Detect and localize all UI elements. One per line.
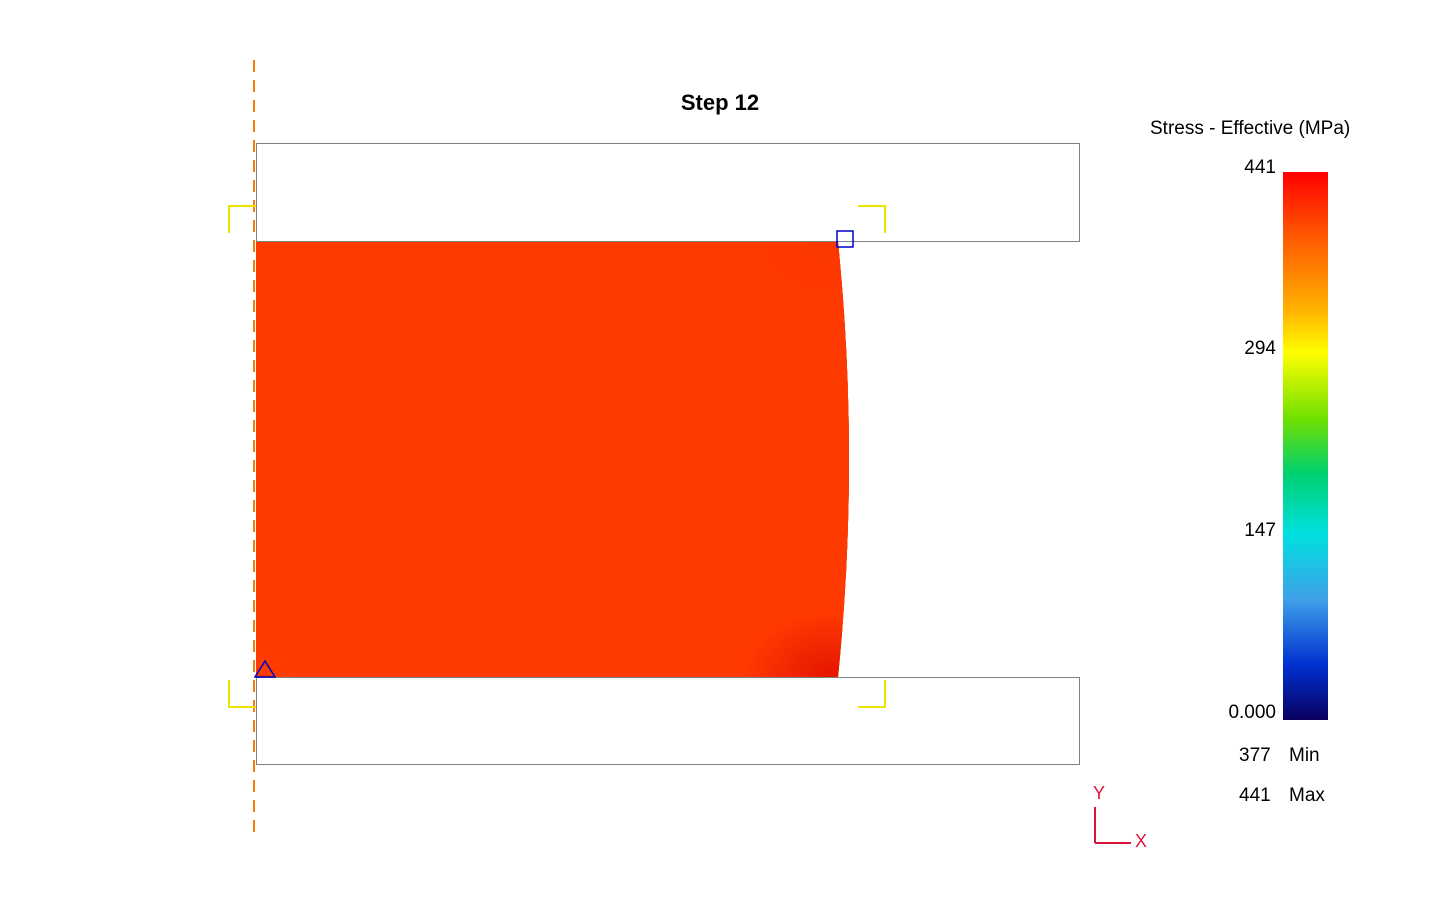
legend-max-value: 441 [1239, 785, 1271, 807]
legend-tick-0: 441 [1244, 157, 1276, 179]
color-legend-bar [1283, 172, 1328, 720]
crop-corner-top-right-icon [858, 205, 886, 233]
legend-title: Stress - Effective (MPa) [1150, 118, 1350, 140]
legend-tick-2: 147 [1244, 520, 1276, 542]
crop-corner-bottom-right-icon [858, 680, 886, 708]
crop-corner-bottom-left-icon [228, 680, 256, 708]
legend-min-label: Min [1289, 745, 1320, 767]
top-die [256, 143, 1080, 242]
workpiece-contour [256, 242, 857, 677]
legend-tick-3: 0.000 [1228, 702, 1276, 724]
max-marker-square-icon [836, 230, 856, 250]
axis-x-label: X [1135, 831, 1147, 852]
plot-title: Step 12 [681, 90, 759, 116]
crop-corner-top-left-icon [228, 205, 256, 233]
legend-tick-1: 294 [1244, 338, 1276, 360]
legend-max-label: Max [1289, 785, 1325, 807]
min-marker-triangle-icon [254, 660, 276, 678]
legend-min-value: 377 [1239, 745, 1271, 767]
bottom-die [256, 677, 1080, 765]
symmetry-axis-line [253, 60, 255, 832]
